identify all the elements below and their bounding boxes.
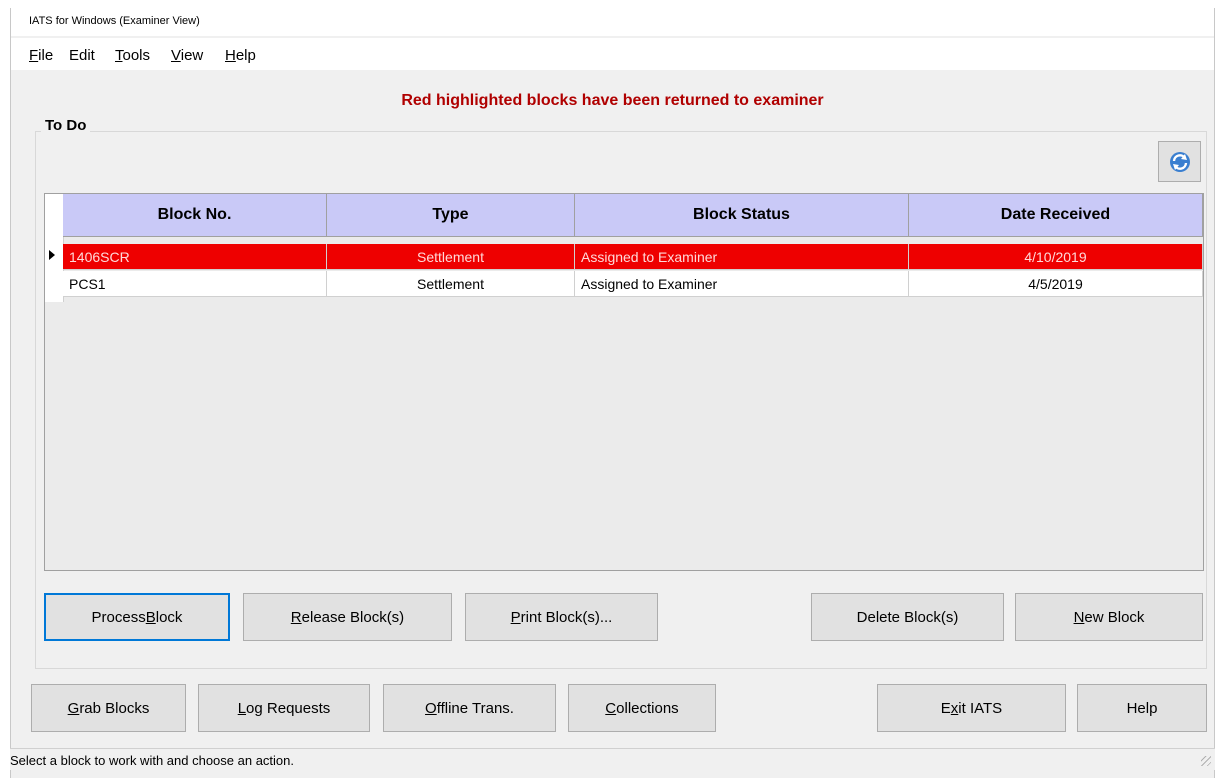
delete-blocks-button[interactable]: Delete Block(s) — [811, 593, 1004, 641]
col-date-received[interactable]: Date Received — [909, 194, 1203, 236]
log-requests-button[interactable]: Log Requests — [198, 684, 370, 732]
status-text: Select a block to work with and choose a… — [10, 753, 294, 768]
process-block-button[interactable]: Process Block — [44, 593, 230, 641]
help-button[interactable]: Help — [1077, 684, 1207, 732]
refresh-icon — [1169, 151, 1190, 172]
collections-button[interactable]: Collections — [568, 684, 716, 732]
offline-trans-button[interactable]: Offline Trans. — [383, 684, 556, 732]
row-header-column — [45, 194, 64, 302]
cell-block-no: PCS1 — [63, 271, 327, 297]
print-blocks-button[interactable]: Print Block(s)... — [465, 593, 658, 641]
menu-view[interactable]: View — [171, 47, 203, 64]
menu-tools[interactable]: Tools — [115, 47, 150, 64]
grid-header: Block No. Type Block Status Date Receive… — [63, 194, 1203, 237]
resize-grip-icon[interactable] — [1201, 756, 1211, 766]
cell-date: 4/10/2019 — [909, 244, 1203, 270]
cell-status: Assigned to Examiner — [575, 271, 909, 297]
cell-block-no: 1406SCR — [63, 244, 327, 270]
exit-iats-button[interactable]: Ex it IATS — [877, 684, 1066, 732]
returned-notice: Red highlighted blocks have been returne… — [401, 92, 824, 109]
current-row-arrow-icon — [49, 250, 55, 260]
table-row[interactable]: PCS1 Settlement Assigned to Examiner 4/5… — [63, 271, 1203, 297]
cell-date: 4/5/2019 — [909, 271, 1203, 297]
cell-status: Assigned to Examiner — [575, 244, 909, 270]
window-title: IATS for Windows (Examiner View) — [11, 8, 1214, 36]
new-block-button[interactable]: New Block — [1015, 593, 1203, 641]
col-type[interactable]: Type — [327, 194, 575, 236]
menu-edit[interactable]: Edit — [69, 47, 95, 64]
col-block-no[interactable]: Block No. — [63, 194, 327, 236]
status-bar: Select a block to work with and choose a… — [10, 748, 1215, 770]
cell-type: Settlement — [327, 244, 575, 270]
menu-file[interactable]: File — [29, 47, 53, 64]
blocks-grid[interactable]: Block No. Type Block Status Date Receive… — [44, 193, 1204, 571]
table-row[interactable]: 1406SCR Settlement Assigned to Examiner … — [63, 244, 1203, 270]
todo-label: To Do — [41, 117, 91, 134]
release-blocks-button[interactable]: Release Block(s) — [243, 593, 452, 641]
col-block-status[interactable]: Block Status — [575, 194, 909, 236]
refresh-button[interactable] — [1158, 141, 1201, 182]
menu-help[interactable]: Help — [225, 47, 256, 64]
grab-blocks-button[interactable]: Grab Blocks — [31, 684, 186, 732]
cell-type: Settlement — [327, 271, 575, 297]
menu-bar: File Edit Tools View Help — [11, 38, 1214, 70]
